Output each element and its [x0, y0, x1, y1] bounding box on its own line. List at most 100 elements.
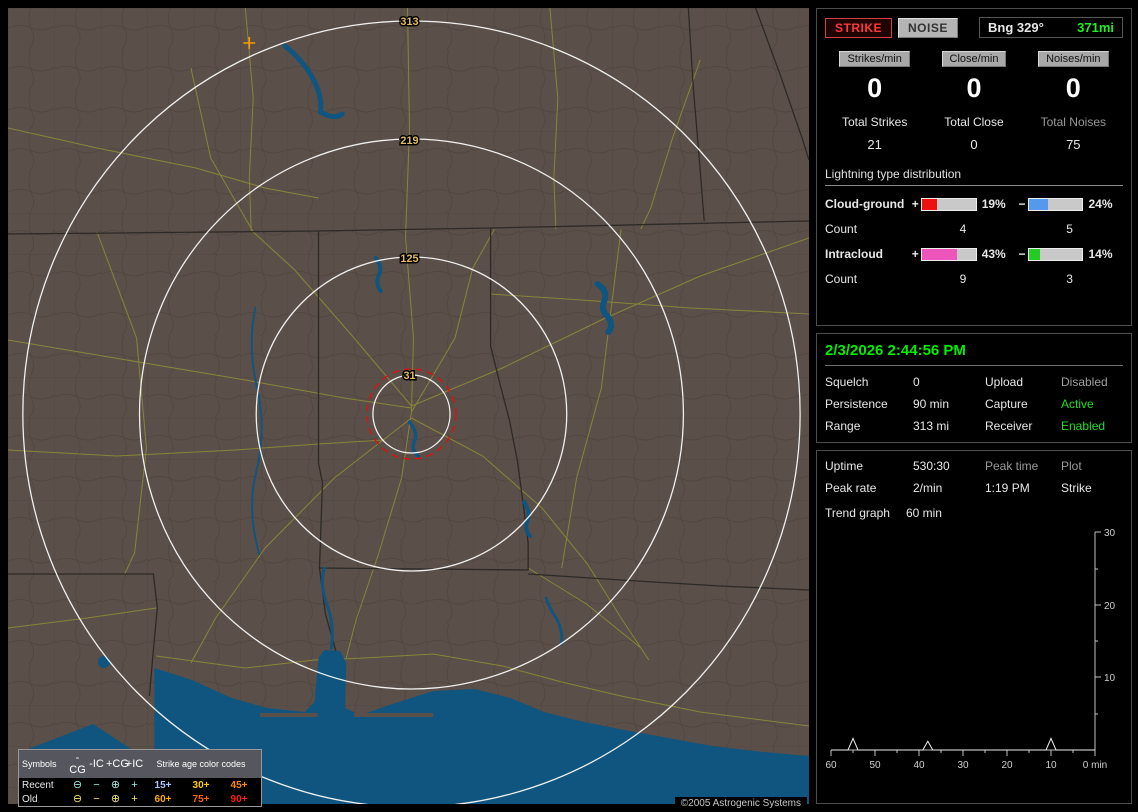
ring-label-31: 31	[403, 370, 415, 382]
y-major-ticks	[1095, 531, 1101, 678]
bearing-readout: Bng 329° 371mi	[979, 17, 1123, 38]
ic-plus-bar	[920, 247, 977, 261]
sidebar: STRIKE NOISE Bng 329° 371mi Strikes/min …	[816, 8, 1132, 804]
neg-ic-old-icon: −	[93, 793, 100, 805]
ic-count-label: Count	[825, 272, 858, 286]
y-tick-10: 10	[1104, 673, 1116, 684]
pos-ic-recent-icon: +	[131, 779, 138, 791]
uptime-grid: Uptime 530:30 Peak time Plot Peak rate 2…	[825, 459, 1123, 495]
trend-panel: Uptime 530:30 Peak time Plot Peak rate 2…	[816, 450, 1132, 804]
x-major-ticks	[830, 750, 1096, 756]
minus-sign: −	[1018, 247, 1026, 261]
cg-plus-pct: 19%	[981, 197, 1006, 211]
trend-line	[831, 737, 1095, 751]
cloud-ground-row: Cloud-ground + 19% − 24%	[825, 197, 1123, 211]
ic-plus-count: 9	[959, 272, 967, 286]
noises-per-min-button[interactable]: Noises/min	[1038, 51, 1109, 67]
legend-age-header: Strike age color codes	[156, 759, 246, 769]
x-tick-30: 30	[957, 760, 969, 771]
legend-col-neg-cg: -CG	[69, 752, 86, 776]
datetime-display: 2/3/2026 2:44:56 PM	[825, 342, 1123, 366]
cg-minus-bar	[1027, 197, 1084, 211]
map-legend: Symbols -CG -IC +CG +IC Strike age color…	[18, 749, 262, 807]
close-per-min-value: 0	[966, 73, 982, 103]
legend-header: Symbols -CG -IC +CG +IC Strike age color…	[19, 750, 261, 778]
legend-col-pos-ic: +IC	[125, 758, 144, 770]
strike-toggle-button[interactable]: STRIKE	[825, 17, 893, 38]
cloud-ground-label: Cloud-ground	[825, 197, 905, 211]
total-noises-value: 75	[1066, 137, 1081, 152]
noises-per-min-column: Noises/min 0 Total Noises 75	[1024, 51, 1123, 152]
strikes-per-min-value: 0	[867, 73, 883, 103]
cg-minus-count: 5	[1066, 222, 1073, 236]
legend-recent-label: Recent	[22, 779, 54, 791]
trend-graph-header: Trend graph 60 min	[825, 506, 1123, 520]
noise-toggle-button[interactable]: NOISE	[898, 17, 958, 38]
persistence-value: 90 min	[913, 397, 950, 411]
x-tick-0min: 0 min	[1083, 760, 1107, 771]
cg-plus-bar	[920, 197, 977, 211]
close-per-min-button[interactable]: Close/min	[941, 51, 1007, 67]
cg-plus-count: 4	[959, 222, 967, 236]
uptime-label: Uptime	[825, 459, 864, 473]
x-tick-50: 50	[869, 760, 881, 771]
age-15: 15+	[154, 779, 172, 791]
y-tick-20: 20	[1104, 601, 1116, 612]
persistence-label: Persistence	[825, 397, 888, 411]
ring-label-219: 219	[400, 135, 418, 147]
ic-minus-pct: 14%	[1088, 247, 1113, 261]
mode-button-row: STRIKE NOISE Bng 329° 371mi	[825, 17, 1123, 38]
legend-col-pos-cg: +CG	[106, 758, 129, 770]
plus-sign: +	[911, 197, 919, 211]
rate-columns: Strikes/min 0 Total Strikes 21 Close/min…	[825, 51, 1123, 152]
pos-ic-old-icon: +	[131, 793, 138, 805]
age-75: 75+	[192, 793, 210, 805]
cg-count-label: Count	[825, 222, 858, 236]
pos-cg-recent-icon: ⊕	[110, 779, 121, 791]
strikes-per-min-button[interactable]: Strikes/min	[839, 51, 910, 67]
close-per-min-column: Close/min 0 Total Close 0	[924, 51, 1023, 152]
legend-old-row: Old ⊖ − ⊕ + 60+ 75+ 90+	[19, 792, 261, 806]
peak-time-value: 1:19 PM	[985, 481, 1030, 495]
x-tick-20: 20	[1001, 760, 1013, 771]
ring-label-313: 313	[400, 16, 418, 28]
pos-cg-old-icon: ⊕	[110, 793, 121, 805]
receiver-label: Receiver	[985, 419, 1033, 433]
y-tick-30: 30	[1104, 528, 1116, 539]
total-close-label: Total Close	[944, 115, 1004, 129]
neg-ic-recent-icon: −	[93, 779, 100, 791]
bearing-distance: 371mi	[1077, 20, 1114, 35]
range-value: 313 mi	[913, 419, 950, 433]
county-borders	[8, 8, 809, 804]
plot-value: Strike	[1061, 481, 1092, 495]
cloud-ground-count-row: Count 4 5	[825, 222, 1123, 236]
legend-col-neg-ic: -IC	[89, 758, 104, 770]
trend-axes	[831, 532, 1096, 751]
distribution-title: Lightning type distribution	[825, 167, 1123, 186]
upload-status: Disabled	[1061, 375, 1108, 389]
ring-label-125: 125	[400, 253, 418, 265]
peak-rate-value: 2/min	[913, 481, 943, 495]
intracloud-row: Intracloud + 43% − 14%	[825, 247, 1123, 261]
ic-plus-pct: 43%	[981, 247, 1006, 261]
neg-cg-old-icon: ⊖	[72, 793, 83, 805]
x-tick-40: 40	[913, 760, 925, 771]
x-tick-60: 60	[825, 760, 837, 771]
capture-label: Capture	[985, 397, 1028, 411]
app-window: 313 219 125 31 Symbols -CG -IC +CG +IC S…	[0, 0, 1138, 812]
capture-status: Active	[1061, 397, 1094, 411]
age-45: 45+	[230, 779, 248, 791]
total-noises-label: Total Noises	[1040, 115, 1106, 129]
range-label: Range	[825, 419, 861, 433]
x-tick-10: 10	[1045, 760, 1057, 771]
legend-old-label: Old	[22, 793, 38, 805]
lightning-map[interactable]: 313 219 125 31 Symbols -CG -IC +CG +IC S…	[8, 8, 809, 810]
plot-label: Plot	[1061, 459, 1082, 473]
trend-graph-label: Trend graph	[825, 506, 890, 520]
minus-sign: −	[1018, 197, 1026, 211]
noises-per-min-value: 0	[1065, 73, 1081, 103]
ic-minus-bar	[1027, 247, 1084, 261]
plus-sign: +	[911, 247, 919, 261]
age-90: 90+	[230, 793, 248, 805]
cg-minus-pct: 24%	[1088, 197, 1113, 211]
